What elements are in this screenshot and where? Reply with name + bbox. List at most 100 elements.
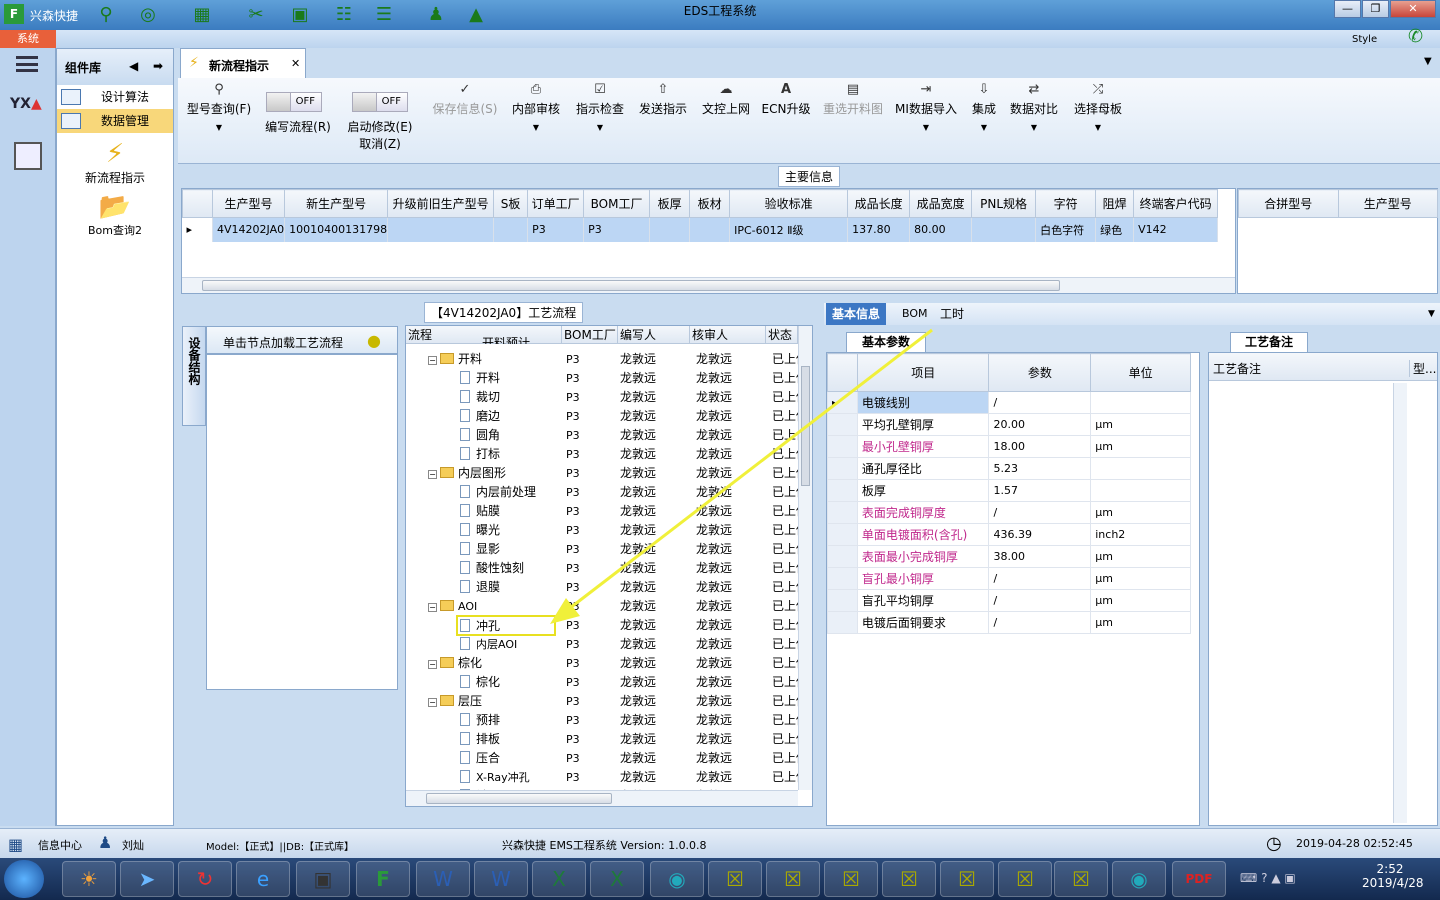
collapse-toggle-icon[interactable]: −	[428, 698, 437, 707]
tree-row[interactable]: 内层前处理 P3 龙敦远 龙敦远 已上传	[406, 483, 798, 502]
search-icon[interactable]: ⚲	[94, 3, 118, 25]
tree-row[interactable]: 磨边 P3 龙敦远 龙敦远 已上传	[406, 407, 798, 426]
edit-flow-switch[interactable]: OFF	[266, 92, 322, 112]
tree-row[interactable]: 排板 P3 龙敦远 龙敦远 已上传	[406, 730, 798, 749]
window-x-icon[interactable]: ☒	[1054, 861, 1108, 897]
tree-row[interactable]: 压合 P3 龙敦远 龙敦远 已上传	[406, 749, 798, 768]
tree-row[interactable]: 内层AOI P3 龙敦远 龙敦远 已上传	[406, 635, 798, 654]
param-row[interactable]: 单面电镀面积(含孔) 436.39 inch2	[827, 523, 1191, 546]
horizontal-scrollbar[interactable]	[406, 790, 798, 806]
table-cell[interactable]: 137.80	[847, 217, 911, 242]
ecn-upgrade-button[interactable]: A ECN升级	[760, 82, 812, 117]
dropdown-icon[interactable]: ▼	[1422, 303, 1440, 325]
tree-row[interactable]: 退膜 P3 龙敦远 龙敦远 已上传	[406, 578, 798, 597]
tab-new-flow[interactable]: ⚡ 新流程指示 ✕	[180, 48, 306, 78]
table-cell[interactable]: P3	[583, 217, 651, 242]
tree-row[interactable]: 裁切 P3 龙敦远 龙敦远 已上传	[406, 388, 798, 407]
grid-icon[interactable]: ▦	[190, 3, 214, 25]
param-value[interactable]: 20.00	[988, 413, 1092, 436]
table-cell[interactable]: 10010400131798	[284, 217, 389, 242]
send-instruction-button[interactable]: ⇧ 发送指示	[634, 82, 692, 117]
tree-row[interactable]: − 棕化 P3 龙敦远 龙敦远 已上传	[406, 654, 798, 673]
maximize-button[interactable]: ❐	[1362, 0, 1389, 18]
table-row[interactable]: ▸ 4V14202JA0 10010400131798 P3 P3 IPC-6012 Ⅱ级…	[182, 217, 1219, 242]
browser-icon[interactable]: e	[236, 861, 290, 897]
param-row[interactable]: ▸ 电镀线别 /	[827, 391, 1191, 414]
tree-row[interactable]: 棕化 P3 龙敦远 龙敦远 已上传	[406, 673, 798, 692]
param-row[interactable]: 表面完成铜厚度 / µm	[827, 501, 1191, 524]
taskbar-clock[interactable]: 2:52 2019/4/28	[1362, 862, 1424, 890]
yx-module-icon[interactable]: YX▲	[10, 96, 46, 128]
column-header[interactable]: 字符	[1035, 189, 1097, 218]
tab-basic-info[interactable]: 基本信息	[826, 303, 887, 325]
windows-grid-icon[interactable]: ▦	[8, 835, 23, 854]
column-header[interactable]: 订单工厂	[527, 189, 585, 218]
table-cell[interactable]: 80.00	[909, 217, 973, 242]
info-center-link[interactable]: 信息中心	[38, 837, 82, 853]
component-item-bom-query[interactable]: 📂 Bom查询2	[57, 192, 173, 238]
taskbar-app-icon[interactable]: ◉	[1112, 861, 1166, 897]
tree-row[interactable]: 曝光 P3 龙敦远 龙敦远 已上传	[406, 521, 798, 540]
param-row[interactable]: 盲孔最小铜厚 / µm	[827, 567, 1191, 590]
window-x-icon[interactable]: ☒	[940, 861, 994, 897]
tree-row[interactable]: 开料 P3 龙敦远 龙敦远 已上传	[406, 369, 798, 388]
save-disk-icon[interactable]: ▣	[296, 861, 350, 897]
column-header[interactable]: 项目	[856, 353, 990, 392]
list-icon[interactable]: ☰	[372, 3, 396, 25]
start-modify-toggle[interactable]: OFF 启动修改(E) 取消(Z)	[344, 82, 416, 152]
word-doc-icon[interactable]: W	[416, 861, 470, 897]
column-header[interactable]: 生产型号	[211, 189, 286, 218]
vtab-equipment-structure[interactable]: 设备结构	[182, 326, 206, 426]
param-value[interactable]: 18.00	[988, 435, 1092, 458]
tab-dropdown-icon[interactable]: ▼	[1424, 56, 1432, 67]
instruction-check-button[interactable]: ☑ 指示检查 ▼	[572, 82, 628, 132]
save-info-button[interactable]: ✓ 保存信息(S)	[430, 82, 500, 117]
taskbar-app-icon[interactable]: ☀	[62, 861, 116, 897]
column-header[interactable]: PNL规格	[971, 189, 1037, 218]
table-cell[interactable]: 绿色	[1095, 217, 1135, 242]
column-header[interactable]: 状态	[766, 326, 798, 344]
param-row[interactable]: 表面最小完成铜厚 38.00 µm	[827, 545, 1191, 568]
param-value[interactable]: 38.00	[988, 545, 1092, 568]
column-header[interactable]: 型...	[1409, 360, 1436, 377]
table-cell[interactable]: IPC-6012 Ⅱ级	[729, 217, 849, 242]
window-x-icon[interactable]: ☒	[766, 861, 820, 897]
param-row[interactable]: 电镀后面铜要求 / µm	[827, 611, 1191, 634]
column-header[interactable]: 成品宽度	[909, 189, 973, 218]
column-header[interactable]: 新生产型号	[284, 189, 389, 218]
column-header[interactable]: 板材	[689, 189, 731, 218]
film-icon[interactable]: ▣	[288, 3, 312, 25]
chart-icon[interactable]: ▲	[464, 3, 488, 25]
collapse-toggle-icon[interactable]: −	[428, 470, 437, 479]
window-x-icon[interactable]: ☒	[882, 861, 936, 897]
table-cell[interactable]: 4V14202JA0	[212, 217, 286, 242]
clipboard-icon[interactable]: ☷	[332, 3, 356, 25]
component-item-data-management[interactable]: 数据管理	[57, 109, 173, 133]
system-tab[interactable]: 系统	[0, 30, 56, 48]
column-header[interactable]: 升级前旧生产型号	[387, 189, 495, 218]
tree-row[interactable]: − 层压 P3 龙敦远 龙敦远 已上传	[406, 692, 798, 711]
taskbar-app-icon[interactable]: ↻	[178, 861, 232, 897]
tab-bom[interactable]: BOM	[896, 303, 934, 325]
load-flow-hint[interactable]: 单击节点加载工艺流程 ●	[206, 326, 398, 354]
user-icon[interactable]: ♟	[424, 3, 448, 25]
style-menu[interactable]: Style	[1352, 34, 1377, 45]
data-compare-button[interactable]: ⇄ 数据对比 ▼	[1008, 82, 1060, 132]
column-header[interactable]: 核审人	[690, 326, 766, 344]
collapse-toggle-icon[interactable]: −	[428, 356, 437, 365]
param-value[interactable]: 436.39	[988, 523, 1092, 546]
close-tab-icon[interactable]: ✕	[291, 57, 300, 70]
tree-row[interactable]: − AOI P3 龙敦远 龙敦远 已上传	[406, 597, 798, 616]
param-value[interactable]: /	[988, 501, 1092, 524]
taskbar-app-icon[interactable]: ➤	[120, 861, 174, 897]
excel-icon[interactable]: X	[590, 861, 644, 897]
window-x-icon[interactable]: ☒	[998, 861, 1052, 897]
tree-row[interactable]: − 开料 P3 龙敦远 龙敦远 已上传	[406, 350, 798, 369]
scissors-icon[interactable]: ✂	[244, 3, 268, 25]
param-row[interactable]: 板厚 1.57	[827, 479, 1191, 502]
column-header[interactable]: 成品长度	[847, 189, 911, 218]
column-header[interactable]: 板厚	[649, 189, 691, 218]
globe-icon[interactable]: ◎	[136, 3, 160, 25]
eds-app-icon[interactable]: F	[356, 861, 410, 897]
window-x-icon[interactable]: ☒	[708, 861, 762, 897]
